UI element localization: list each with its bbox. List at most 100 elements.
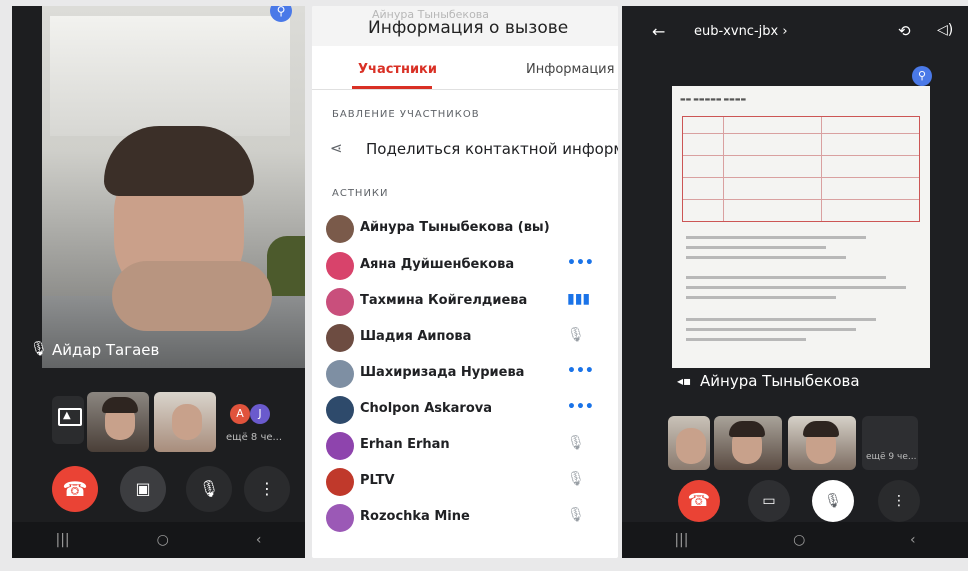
presenter-name: Айнура Тыныбекова — [700, 372, 860, 390]
caller-name: Айдар Тагаев — [52, 341, 160, 359]
avatar[interactable]: A — [230, 404, 250, 424]
camera-off-icon: ▣ — [135, 479, 151, 498]
volume-icon[interactable]: ◁) — [937, 22, 953, 38]
avatar — [326, 468, 354, 496]
end-call-button[interactable]: ☎ — [678, 480, 720, 522]
left-phone-call-screen: ⚲ 🎙 Айдар Тагаев ▲ A J ещё 8 че... ☎ ▣ 🎙… — [12, 6, 305, 558]
slide-text-line — [686, 338, 806, 341]
share-icon: ⋖ — [330, 139, 343, 157]
right-phone-presentation-screen: ← eub-xvnc-jbx › ⟲ ◁) ⚲ ▬▬ ▬▬▬▬▬ ▬▬▬▬ ◂▪… — [622, 6, 968, 558]
table-rule — [683, 199, 919, 200]
caller-hair — [104, 126, 254, 196]
recents-button[interactable]: ||| — [674, 532, 688, 548]
switch-camera-icon[interactable]: ⟲ — [898, 22, 911, 40]
presenting-icon: ◂▪ — [677, 374, 692, 388]
caller-hand — [112, 261, 272, 331]
present-screen-button[interactable]: ▲ — [52, 396, 84, 444]
table-rule — [683, 133, 919, 134]
participant-row[interactable]: Аяна Дуйшенбекова ••• — [312, 248, 618, 284]
shared-screen-presentation[interactable]: ▬▬ ▬▬▬▬▬ ▬▬▬▬ — [672, 86, 930, 368]
avatar — [326, 504, 354, 532]
slide-text-line — [686, 246, 826, 249]
table-rule — [683, 155, 919, 156]
home-button[interactable]: ○ — [157, 532, 169, 548]
middle-phone-call-info-screen: Айнура Тыныбекова Информация о вызове Уч… — [312, 6, 618, 558]
back-arrow-icon[interactable]: ← — [652, 22, 665, 41]
more-dots-icon[interactable]: ••• — [567, 363, 594, 379]
mic-icon: 🎙 — [198, 479, 220, 498]
microphone-toggle-button[interactable]: 🎙 — [186, 466, 232, 512]
table-rule — [723, 117, 724, 221]
thumbnail-face — [676, 428, 706, 464]
recents-button[interactable]: ||| — [56, 532, 70, 548]
mic-off-icon: 🎙 — [824, 493, 842, 509]
slide-text-line — [686, 286, 906, 289]
camera-toggle-button[interactable]: ▣ — [120, 466, 166, 512]
main-video-feed[interactable] — [42, 6, 305, 368]
system-nav-bar: ||| ○ ‹ — [12, 522, 305, 558]
avatar — [326, 396, 354, 424]
tab-participants[interactable]: Участники — [358, 62, 437, 77]
participants-section-header: АСТНИКИ — [332, 188, 389, 199]
participant-thumbnail[interactable] — [668, 416, 710, 470]
end-call-button[interactable]: ☎ — [52, 466, 98, 512]
participant-row[interactable]: Cholpon Askarova ••• — [312, 392, 618, 428]
home-button[interactable]: ○ — [793, 532, 805, 548]
participant-thumbnail[interactable] — [87, 392, 149, 452]
divider — [312, 89, 618, 90]
camera-toggle-button[interactable]: ▭ — [748, 480, 790, 522]
participant-row[interactable]: Тахмина Койгелдиева ▮▮▮ — [312, 284, 618, 320]
participant-name: Rozochka Mine — [360, 509, 470, 524]
participant-thumbnail[interactable] — [714, 416, 782, 470]
participant-name: Шахиризада Нуриева — [360, 365, 525, 380]
participant-name: Шадия Аипова — [360, 329, 472, 344]
slide-text-line — [686, 318, 876, 321]
more-dots-icon[interactable]: ••• — [567, 399, 594, 415]
meeting-code[interactable]: eub-xvnc-jbx › — [694, 24, 788, 39]
participant-row[interactable]: Шахиризада Нуриева ••• — [312, 356, 618, 392]
speaking-indicator-icon: ▮▮▮ — [567, 291, 591, 307]
page-title: Информация о вызове — [368, 18, 569, 38]
thumbnail-hair — [803, 421, 839, 437]
end-call-icon: ☎ — [62, 477, 88, 501]
participant-thumbnail[interactable] — [154, 392, 216, 452]
participant-name: Cholpon Askarova — [360, 401, 493, 416]
more-vert-icon: ⋮ — [259, 479, 275, 498]
thumbnail-hair — [102, 397, 138, 413]
participant-name: PLTV — [360, 473, 395, 488]
more-dots-icon[interactable]: ••• — [567, 255, 594, 271]
more-participants-label[interactable]: ещё 9 че... — [866, 452, 916, 462]
slide-text-line — [686, 236, 866, 239]
thumbnail-face — [172, 404, 202, 440]
avatar — [326, 360, 354, 388]
slide-heading: ▬▬ ▬▬▬▬▬ ▬▬▬▬ — [680, 96, 747, 103]
participant-row[interactable]: Rozochka Mine 🎙 — [312, 500, 618, 536]
participant-row[interactable]: Айнура Тыныбекова (вы) — [312, 211, 618, 247]
table-rule — [821, 117, 822, 221]
system-nav-bar: ||| ○ ‹ — [622, 522, 968, 558]
mic-off-icon: 🎙 — [30, 341, 48, 357]
more-options-button[interactable]: ⋮ — [244, 466, 290, 512]
mic-off-icon: 🎙 — [567, 471, 585, 487]
mic-off-icon: 🎙 — [567, 435, 585, 451]
back-button[interactable]: ‹ — [910, 532, 916, 548]
mic-off-icon: 🎙 — [567, 327, 585, 343]
more-participants-label[interactable]: ещё 8 че... — [226, 432, 282, 443]
microphone-toggle-button[interactable]: 🎙 — [812, 480, 854, 522]
more-options-button[interactable]: ⋮ — [878, 480, 920, 522]
participant-row[interactable]: Erhan Erhan 🎙 — [312, 428, 618, 464]
participant-row[interactable]: Шадия Аипова 🎙 — [312, 320, 618, 356]
avatar — [326, 215, 354, 243]
avatar[interactable]: J — [250, 404, 270, 424]
avatar — [326, 324, 354, 352]
participant-name: Аяна Дуйшенбекова — [360, 257, 515, 272]
pin-icon[interactable]: ⚲ — [912, 66, 932, 86]
back-button[interactable]: ‹ — [256, 532, 262, 548]
mic-off-icon: 🎙 — [567, 507, 585, 523]
tab-information[interactable]: Информация — [526, 62, 614, 77]
participant-name: Erhan Erhan — [360, 437, 450, 452]
participant-row[interactable]: PLTV 🎙 — [312, 464, 618, 500]
background-window — [50, 16, 290, 136]
share-contact-info-button[interactable]: Поделиться контактной информаци — [366, 140, 618, 158]
participant-thumbnail[interactable] — [788, 416, 856, 470]
